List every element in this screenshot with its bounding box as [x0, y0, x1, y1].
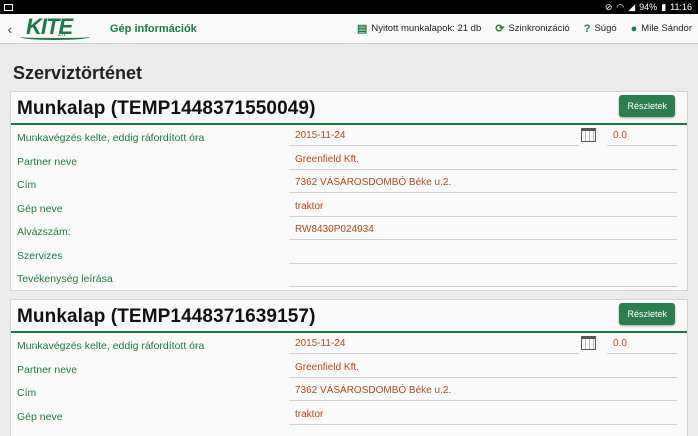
open-worksheets-button[interactable]: ▤ Nyitott munkalapok: 21 db	[357, 22, 481, 35]
worksheet-card: Munkalap (TEMP1448371639157) Részletek M…	[10, 299, 688, 436]
help-button[interactable]: ? Súgó	[584, 23, 617, 35]
mute-icon: ⊘	[604, 1, 613, 12]
user-button[interactable]: ● Mile Sándor	[631, 23, 692, 35]
sync-label: Szinkronizáció	[508, 23, 570, 34]
technician-label: Szervizes	[17, 249, 63, 262]
wifi-icon: ◠	[616, 1, 625, 12]
machine-field[interactable]: traktor	[289, 407, 677, 425]
partner-label: Partner neve	[17, 363, 78, 376]
date-field[interactable]: 2015-11-24	[289, 128, 579, 146]
worksheet-title: Munkalap (TEMP1448371550049)	[17, 98, 316, 119]
partner-field[interactable]: Greenfield Kft.	[289, 152, 677, 170]
battery-percent: 94%	[639, 2, 658, 12]
clipboard-icon: ▤	[357, 23, 368, 35]
technician-field[interactable]	[289, 246, 677, 264]
address-field[interactable]: 7362 VÁSÁROSDOMBÓ Béke u.2.	[289, 383, 677, 401]
kite-logo: KITE Zrt.	[18, 14, 92, 42]
date-label: Munkavégzés kelte, eddig ráfordított óra	[17, 340, 205, 352]
calendar-icon[interactable]	[581, 128, 596, 142]
signal-icon: ◢	[628, 1, 636, 12]
hours-field[interactable]: 0.0	[607, 128, 677, 146]
worksheet-title: Munkalap (TEMP1448371639157)	[17, 306, 316, 327]
gallery-notification-icon	[4, 3, 13, 11]
partner-field[interactable]: Greenfield Kft.	[289, 360, 677, 378]
status-bar: ⊘ ◠ ◢ 94% ▮ 11:16	[0, 0, 698, 14]
hours-field[interactable]: 0.0	[607, 336, 677, 354]
user-icon: ●	[630, 22, 638, 35]
date-label: Munkavégzés kelte, eddig ráfordított óra	[17, 132, 205, 144]
machine-field[interactable]: traktor	[289, 199, 677, 217]
page-title: Szerviztörténet	[13, 63, 143, 83]
worksheet-card: Munkalap (TEMP1448371550049) Részletek M…	[10, 91, 688, 291]
machine-label: Gép neve	[17, 202, 63, 215]
partner-label: Partner neve	[17, 155, 78, 168]
activity-field[interactable]	[289, 269, 677, 287]
chassis-label: Alvázszám:	[17, 226, 71, 238]
back-arrow-icon[interactable]: ‹	[2, 21, 18, 37]
battery-icon: ▮	[661, 1, 667, 12]
details-button[interactable]: Részletek	[619, 95, 675, 117]
chassis-field[interactable]: RW8430P024934	[289, 222, 677, 240]
user-name: Mile Sándor	[641, 23, 692, 34]
address-label: Cím	[17, 387, 37, 399]
open-worksheets-label: Nyitott munkalapok: 21 db	[371, 23, 482, 34]
address-label: Cím	[17, 179, 37, 191]
screen-title: Gép információk	[110, 22, 197, 35]
sync-button[interactable]: ⟳ Szinkronizáció	[495, 22, 569, 35]
help-icon: ?	[583, 22, 591, 35]
details-button[interactable]: Részletek	[619, 303, 675, 325]
machine-label: Gép neve	[17, 410, 63, 423]
help-label: Súgó	[594, 23, 617, 34]
sync-icon: ⟳	[495, 23, 505, 35]
content-area[interactable]: Szerviztörténet Munkalap (TEMP1448371550…	[0, 45, 698, 436]
calendar-icon[interactable]	[581, 336, 596, 350]
activity-label: Tevékenység leírása	[17, 273, 113, 285]
address-field[interactable]: 7362 VÁSÁROSDOMBÓ Béke u.2.	[289, 175, 677, 193]
date-field[interactable]: 2015-11-24	[289, 336, 579, 354]
clock: 11:16	[670, 2, 692, 12]
app-bar: ‹ KITE Zrt. Gép információk ▤ Nyitott mu…	[0, 14, 698, 44]
